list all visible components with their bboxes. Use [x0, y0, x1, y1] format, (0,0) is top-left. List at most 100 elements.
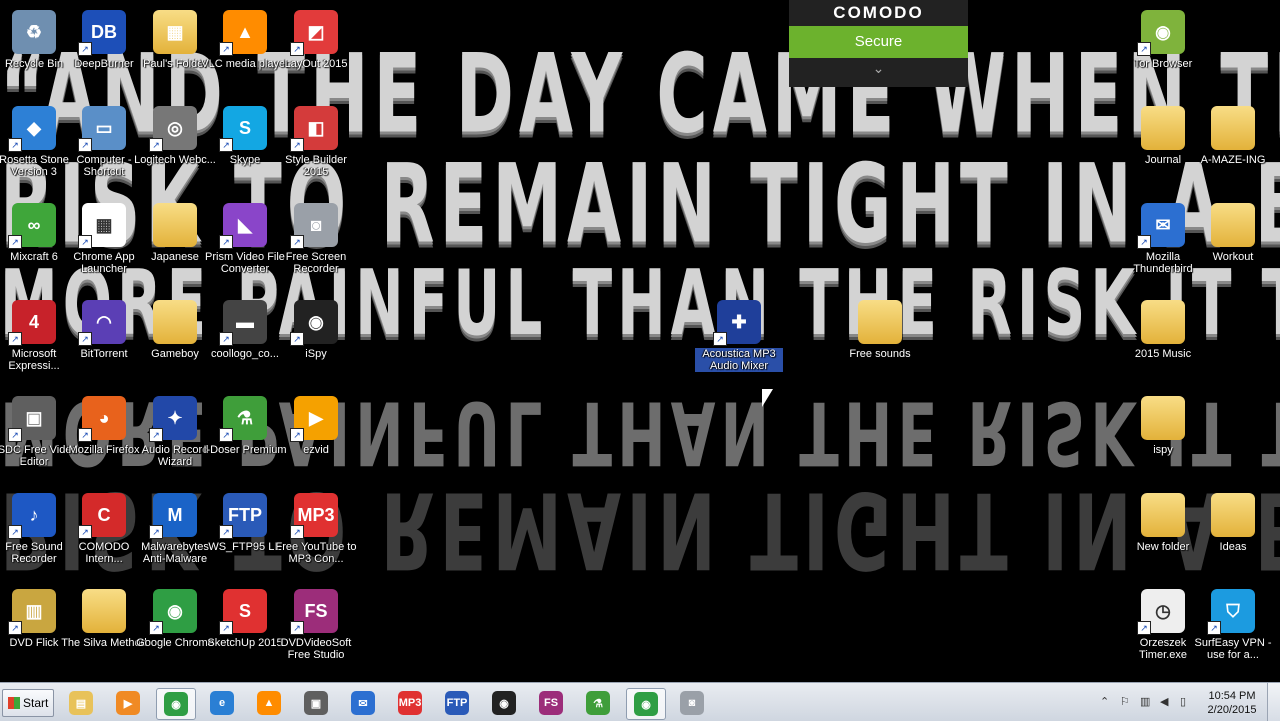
desktop-icon[interactable]: Ideas: [1193, 485, 1273, 577]
shortcut-arrow-icon: ↗: [78, 42, 92, 56]
desktop-icon-label: SurfEasy VPN - use for a...: [1194, 637, 1272, 661]
desktop-icon[interactable]: Journal: [1123, 98, 1203, 190]
desktop-icon-label: Acoustica MP3 Audio Mixer: [695, 348, 783, 372]
taskbar-app-button[interactable]: ✉: [344, 688, 382, 718]
taskbar-app-button[interactable]: ▲: [250, 688, 288, 718]
folder-icon: [153, 203, 197, 247]
taskbar-app-button[interactable]: ▤: [62, 688, 100, 718]
desktop-icon[interactable]: ◉ ↗ Tor Browser: [1123, 2, 1203, 94]
desktop-icon[interactable]: The Silva Method: [61, 581, 147, 673]
desktop-icon[interactable]: ▬ ↗ coollogo_co...: [205, 292, 285, 384]
dvdvideosoft-icon: FS: [539, 691, 563, 715]
desktop-icon-label: ispy: [1153, 444, 1173, 456]
network-icon[interactable]: ▥: [1140, 696, 1152, 708]
desktop-icon[interactable]: ◎ ↗ Logitech Webc...: [134, 98, 216, 190]
desktop-icon[interactable]: 2015 Music: [1123, 292, 1203, 384]
shortcut-arrow-icon: ↗: [8, 525, 22, 539]
tray-expand-icon[interactable]: ⌃: [1100, 696, 1112, 708]
shortcut-arrow-icon: ↗: [1137, 235, 1151, 249]
taskbar-app-button[interactable]: ◉: [156, 688, 196, 720]
desktop-icon[interactable]: M ↗ Malwarebytes Anti-Malware: [135, 485, 215, 577]
desktop-icon[interactable]: ▦ Paul's Folder: [135, 2, 215, 94]
shortcut-arrow-icon: ↗: [290, 42, 304, 56]
power-icon[interactable]: ▯: [1180, 696, 1192, 708]
windows-logo-icon: [8, 697, 20, 709]
desktop-icon[interactable]: ◙ ↗ Free Screen Recorder: [276, 195, 356, 287]
taskbar-app-button[interactable]: FTP: [438, 688, 476, 718]
shortcut-arrow-icon: ↗: [149, 525, 163, 539]
desktop-icon[interactable]: Free sounds: [840, 292, 920, 384]
desktop-icon[interactable]: FS ↗ DVDVideoSoft Free Studio: [276, 581, 356, 673]
action-center-flag-icon[interactable]: ⚐: [1120, 696, 1132, 708]
chrome-folder-icon: [1211, 106, 1255, 150]
comodo-status[interactable]: Secure: [789, 26, 968, 58]
shortcut-arrow-icon: ↗: [149, 138, 163, 152]
taskbar-clock[interactable]: 10:54 PM 2/20/2015: [1202, 689, 1262, 717]
camera-icon: ◙: [680, 691, 704, 715]
start-button[interactable]: Start: [2, 689, 54, 717]
folder-icon: [1141, 493, 1185, 537]
desktop-icon[interactable]: New folder: [1123, 485, 1203, 577]
desktop-icon[interactable]: ◠ ↗ BitTorrent: [64, 292, 144, 384]
taskbar-app-button[interactable]: ◉: [485, 688, 523, 718]
silva-folder-icon: [82, 589, 126, 633]
i-doser-icon: ⚗: [586, 691, 610, 715]
shortcut-arrow-icon: ↗: [219, 235, 233, 249]
taskbar-app-button[interactable]: ▶: [109, 688, 147, 718]
chrome-icon: ◉: [164, 692, 188, 716]
taskbar-app-button[interactable]: MP3: [391, 688, 429, 718]
volume-icon[interactable]: ◀: [1160, 696, 1172, 708]
desktop-icon[interactable]: ◩ ↗ LayOut 2015: [276, 2, 356, 94]
folder-icon: [153, 300, 197, 344]
desktop-icon-label: Ideas: [1219, 541, 1247, 553]
clock-date: 2/20/2015: [1207, 704, 1257, 716]
shortcut-arrow-icon: ↗: [290, 428, 304, 442]
recycle-bin-icon: ♻: [12, 10, 56, 54]
desktop-icon[interactable]: A-MAZE-ING: [1193, 98, 1273, 190]
explorer-icon: ▤: [69, 691, 93, 715]
media-player-icon: ▶: [116, 691, 140, 715]
desktop-icon[interactable]: Workout: [1193, 195, 1273, 287]
desktop-icon[interactable]: ▭ ↗ Computer - Shortcut: [64, 98, 144, 190]
desktop-icon[interactable]: ◉ ↗ Google Chrome: [135, 581, 215, 673]
taskbar-app-button[interactable]: ▣: [297, 688, 335, 718]
taskbar-app-button[interactable]: ⚗: [579, 688, 617, 718]
taskbar-app-button[interactable]: e: [203, 688, 241, 718]
comodo-brand: COMODO: [833, 3, 924, 22]
chevron-down-icon[interactable]: ⌄: [789, 58, 968, 78]
desktop-icon-label: ezvid: [303, 444, 329, 456]
shortcut-arrow-icon: ↗: [219, 525, 233, 539]
desktop-icon[interactable]: ▥ ↗ DVD Flick: [0, 581, 74, 673]
comodo-widget[interactable]: COMODO Secure ⌄: [789, 0, 968, 87]
folder-icon: [1141, 300, 1185, 344]
vlc-icon: ▲: [257, 691, 281, 715]
desktop-icon[interactable]: ◉ ↗ iSpy: [276, 292, 356, 384]
desktop-icon[interactable]: ▣↗VSDC Free Video Editor: [0, 388, 78, 480]
desktop-icon[interactable]: DB ↗ DeepBurner: [64, 2, 144, 94]
shortcut-arrow-icon: ↗: [290, 138, 304, 152]
desktop-icon[interactable]: ◧ ↗ Style Builder 2015: [276, 98, 356, 190]
taskbar-app-button[interactable]: FS: [532, 688, 570, 718]
desktop-icon[interactable]: ▦ ↗ Chrome App Launcher: [64, 195, 144, 287]
desktop-icon[interactable]: ✚ ↗ Acoustica MP3 Audio Mixer: [695, 292, 783, 384]
desktop-icon[interactable]: MP3 ↗ Free YouTube to MP3 Con...: [276, 485, 356, 577]
desktop-icon[interactable]: ✦ ↗ Audio Record Wizard: [135, 388, 215, 480]
desktop-icon[interactable]: Gameboy: [135, 292, 215, 384]
taskbar-app-button[interactable]: ◙: [673, 688, 711, 718]
desktop-icon[interactable]: ♻ Recycle Bin: [0, 2, 74, 94]
shortcut-arrow-icon: ↗: [290, 235, 304, 249]
taskbar-app-button[interactable]: ◉: [626, 688, 666, 720]
desktop-icon-label: Free sounds: [849, 348, 911, 360]
shortcut-arrow-icon: ↗: [8, 621, 22, 635]
desktop-icon[interactable]: ispy: [1123, 388, 1203, 480]
desktop[interactable]: “AND THE DAY CAME WHEN THE RISK TO REMAI…: [0, 0, 1280, 682]
desktop-icon[interactable]: ✉ ↗ Mozilla Thunderbird: [1123, 195, 1203, 287]
desktop-icon[interactable]: 4 ↗ Microsoft Expressi...: [0, 292, 74, 384]
folder-icon: [1141, 106, 1185, 150]
desktop-icon[interactable]: ▶ ↗ ezvid: [276, 388, 356, 480]
desktop-icon[interactable]: ▲ ↗ VLC media player: [201, 2, 289, 94]
desktop-icon[interactable]: ⚗ ↗ I-Doser Premium: [203, 388, 287, 480]
show-desktop-button[interactable]: [1267, 683, 1280, 721]
desktop-icon[interactable]: ⛉ ↗ SurfEasy VPN - use for a...: [1193, 581, 1273, 673]
system-tray: ⌃ ⚐ ▥ ◀ ▯ 10:54 PM 2/20/2015: [1100, 686, 1262, 718]
